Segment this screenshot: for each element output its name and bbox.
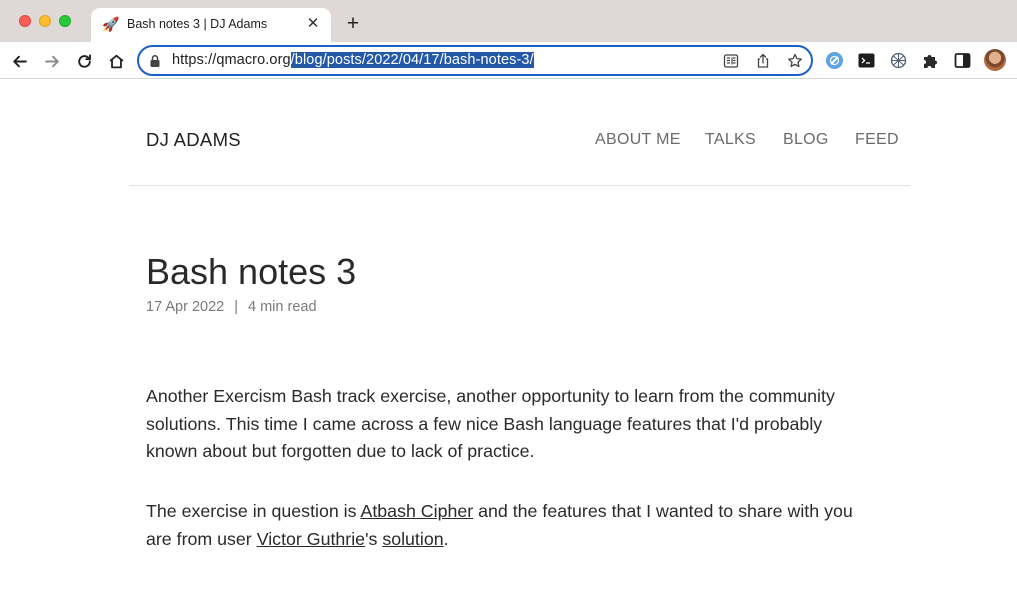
link-atbash-cipher[interactable]: Atbash Cipher <box>360 501 473 521</box>
paragraph-line: The exercise in question is Atbash Ciphe… <box>146 498 886 526</box>
extension-icon[interactable] <box>825 51 844 70</box>
address-bar[interactable]: https://qmacro.org/blog/posts/2022/04/17… <box>137 45 813 76</box>
nav-about-me[interactable]: ABOUT ME <box>595 131 681 149</box>
browser-toolbar: https://qmacro.org/blog/posts/2022/04/17… <box>0 42 1017 79</box>
puzzle-icon[interactable] <box>921 51 940 70</box>
home-icon <box>109 54 123 68</box>
url-path-selected: /blog/posts/2022/04/17/bash-notes-3/ <box>290 52 534 68</box>
paragraph-line: known about but forgotten due to lack of… <box>146 441 535 461</box>
new-tab-button[interactable]: + <box>341 13 365 37</box>
reader-mode-icon[interactable] <box>722 52 740 70</box>
paragraph-line: are from user Victor Guthrie's solution. <box>146 526 886 554</box>
reload-button[interactable] <box>71 48 97 74</box>
link-victor-guthrie[interactable]: Victor Guthrie <box>257 529 365 549</box>
network-icon[interactable] <box>889 51 908 70</box>
star-icon[interactable] <box>786 52 804 70</box>
back-button[interactable] <box>6 48 32 74</box>
site-name[interactable]: DJ ADAMS <box>146 129 241 151</box>
terminal-icon[interactable] <box>857 51 876 70</box>
post-title: Bash notes 3 <box>146 251 357 292</box>
nav-talks[interactable]: TALKS <box>705 131 756 149</box>
post-date: 17 Apr 2022 <box>146 299 225 315</box>
text: . <box>443 528 449 549</box>
minimize-window-button[interactable] <box>39 15 51 27</box>
home-button[interactable] <box>103 48 129 74</box>
reload-icon <box>77 53 91 68</box>
tab-active[interactable]: 🚀 Bash notes 3 | DJ Adams ✕ <box>91 8 331 42</box>
forward-arrow-icon <box>44 55 59 67</box>
text: and the features that I wanted to share … <box>473 501 853 521</box>
post-read-time: 4 min read <box>248 299 317 315</box>
maximize-window-button[interactable] <box>59 15 71 27</box>
forward-button[interactable] <box>39 48 65 74</box>
paragraph-exercise: The exercise in question is Atbash Ciphe… <box>146 498 886 553</box>
profile-avatar[interactable] <box>984 49 1006 71</box>
nav-feed[interactable]: FEED <box>855 131 899 149</box>
back-arrow-icon <box>12 55 27 67</box>
rocket-favicon-icon: 🚀 <box>102 16 120 32</box>
paragraph-intro: Another Exercism Bash track exercise, an… <box>146 383 886 466</box>
close-tab-icon[interactable]: ✕ <box>304 15 322 33</box>
text: The exercise in question is <box>146 501 361 521</box>
paragraph-line: Another Exercism Bash track exercise, an… <box>146 386 835 406</box>
link-solution[interactable]: solution <box>382 529 443 549</box>
post-meta: 17 Apr 2022 | 4 min read <box>146 299 317 315</box>
lock-icon[interactable] <box>149 54 161 68</box>
header-divider <box>129 185 910 186</box>
paragraph-line: solutions. This time I came across a few… <box>146 413 823 434</box>
sidepanel-icon[interactable] <box>953 51 972 70</box>
url-host: https://qmacro.org <box>172 52 291 68</box>
text: 's <box>365 528 383 549</box>
url-text[interactable]: https://qmacro.org/blog/posts/2022/04/17… <box>172 52 534 68</box>
meta-separator: | <box>234 299 238 315</box>
nav-blog[interactable]: BLOG <box>783 131 829 149</box>
tab-title: Bash notes 3 | DJ Adams <box>127 17 268 31</box>
tab-strip: 🚀 Bash notes 3 | DJ Adams ✕ + <box>0 0 1017 42</box>
share-icon[interactable] <box>754 52 772 70</box>
text: are from user <box>146 528 257 549</box>
close-window-button[interactable] <box>19 15 31 27</box>
